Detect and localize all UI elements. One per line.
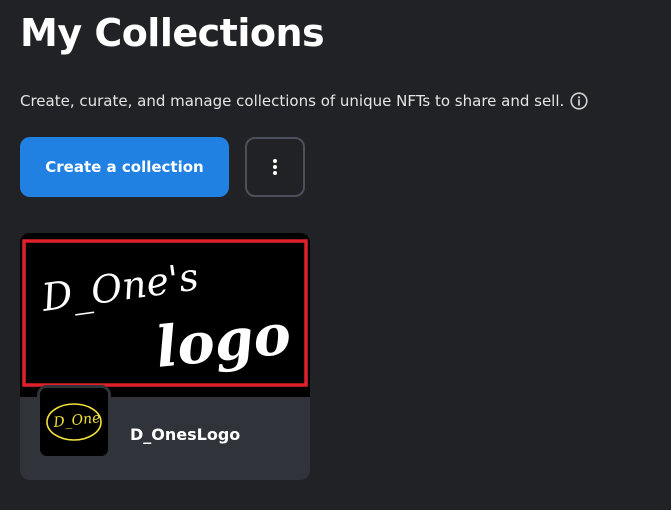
more-options-button[interactable] (245, 137, 305, 197)
more-vertical-icon (272, 158, 278, 176)
create-collection-button[interactable]: Create a collection (20, 137, 229, 197)
collection-card[interactable]: D_One's logo D_One D_OnesLogo (20, 233, 310, 480)
collection-name: D_OnesLogo (130, 425, 241, 444)
page-title: My Collections (20, 11, 325, 55)
page-subtitle: Create, curate, and manage collections o… (20, 92, 565, 110)
collection-banner: D_One's logo (20, 233, 310, 397)
banner-text-line-2: logo (153, 301, 294, 381)
subtitle-row: Create, curate, and manage collections o… (20, 90, 588, 112)
collection-avatar: D_One (37, 385, 111, 459)
my-collections-page: My Collections Create, curate, and manag… (0, 0, 671, 510)
info-icon[interactable] (570, 92, 588, 110)
